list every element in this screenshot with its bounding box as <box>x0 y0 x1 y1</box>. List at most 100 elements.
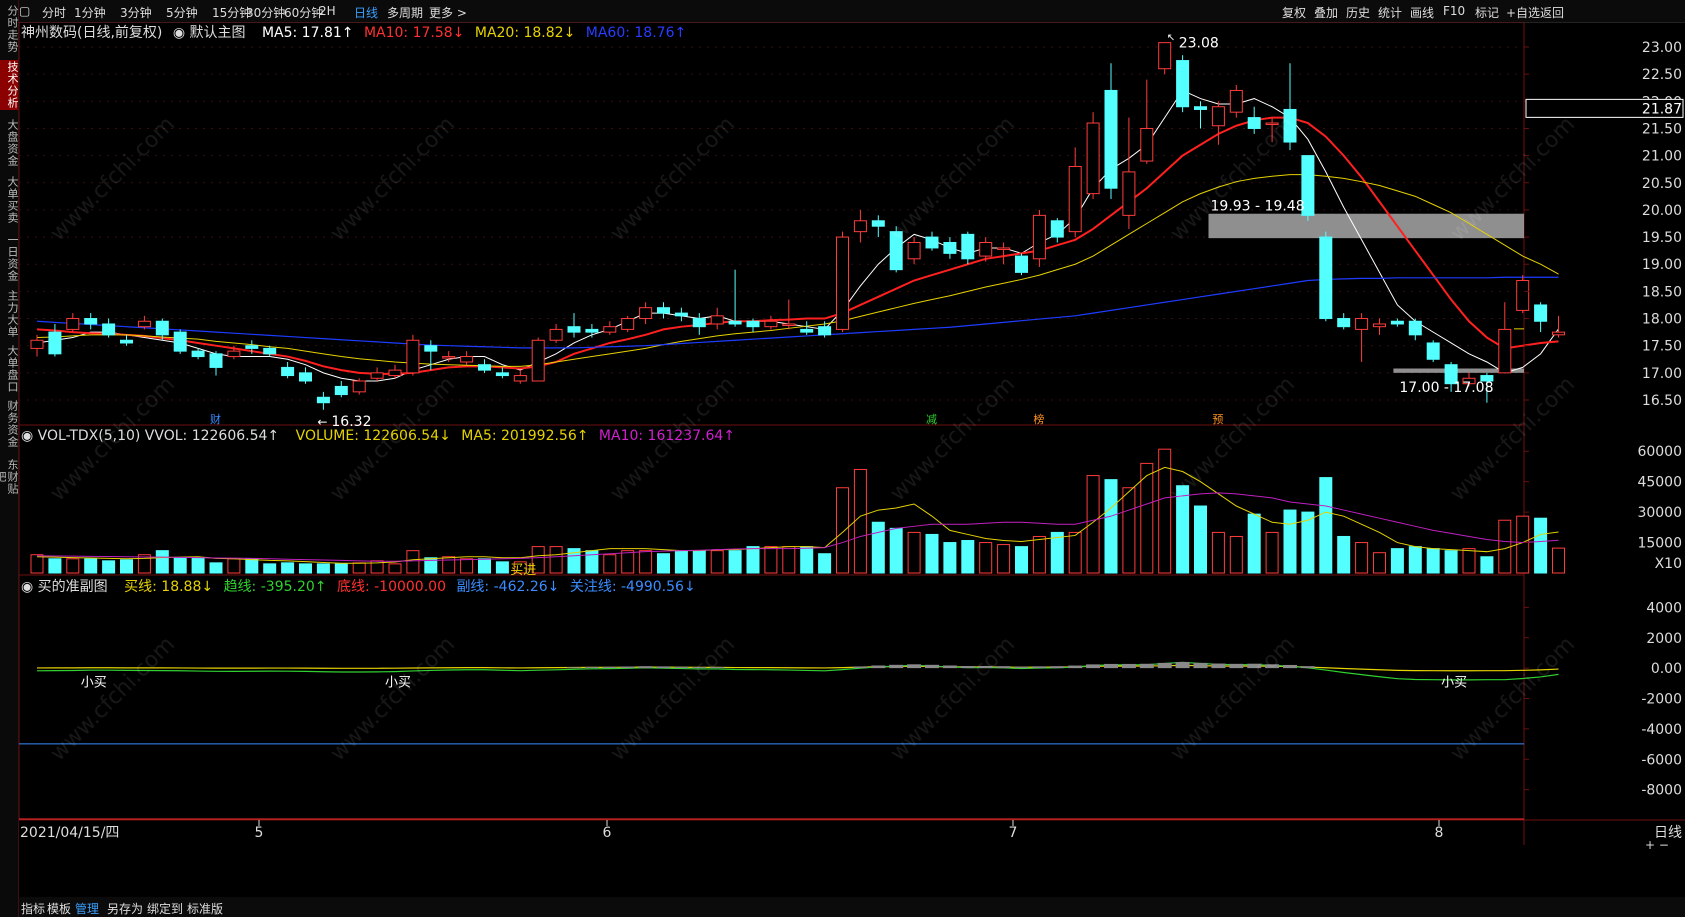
current-price-label: 21.87 <box>1642 101 1682 117</box>
candle-body <box>1122 171 1136 216</box>
sub-axis-label: -4000 <box>1641 722 1682 738</box>
candle-body <box>1408 320 1422 336</box>
price-axis-label: 21.00 <box>1642 149 1682 165</box>
volume-bar <box>191 557 205 574</box>
volume-bar <box>1444 550 1458 574</box>
sub-panel-frame <box>19 574 1525 821</box>
period-tab-0[interactable]: 分时 <box>42 4 66 21</box>
chart-area: 23.08↖16.32←19.93 - 19.4817.00 - 17.08财减… <box>19 22 1685 852</box>
candle-body <box>424 345 438 352</box>
period-tab-6[interactable]: 60分钟 <box>284 4 323 21</box>
period-tab-8[interactable]: 日线 <box>354 4 378 21</box>
event-marker-2: 榜 <box>1033 412 1044 426</box>
bottom-tab-4[interactable]: 绑定到 <box>147 900 183 917</box>
toolbar-button-7[interactable]: +自选 <box>1506 4 1540 21</box>
sub-axis-label: 0.00 <box>1651 661 1682 677</box>
volume-bar <box>1015 546 1028 574</box>
candle-body <box>800 328 814 333</box>
bottom-tab-2[interactable]: 管理 <box>75 900 99 917</box>
bottom-tab-5[interactable]: 标准版 <box>187 900 223 917</box>
toolbar-button-4[interactable]: 画线 <box>1410 4 1434 21</box>
toolbar-button-1[interactable]: 叠加 <box>1314 4 1338 21</box>
candle-body <box>1516 280 1530 311</box>
candle-body <box>1211 106 1225 127</box>
volume-bar <box>639 550 653 574</box>
sidebar-tab-5[interactable]: 主力大单 <box>0 290 19 338</box>
volume-bar <box>478 558 491 574</box>
period-tab-7[interactable]: 2H <box>319 4 336 18</box>
sidebar-tab-4[interactable]: 一日资金 <box>0 233 19 283</box>
candle-body <box>227 350 241 358</box>
bottom-tab-3[interactable]: 另存为 <box>107 900 143 917</box>
candle-body <box>1247 117 1261 129</box>
volume-bar <box>173 557 187 574</box>
candle-body <box>657 307 670 314</box>
sub-hist-bar <box>1283 664 1297 669</box>
volume-bar <box>209 562 223 574</box>
candle-body <box>388 369 402 377</box>
toolbar-button-5[interactable]: F10 <box>1443 4 1465 18</box>
sub-hist-bar <box>1104 663 1118 669</box>
vol-indicator-name[interactable]: ◉ VOL-TDX(5,10) VVOL: 122606.54↑ <box>21 428 285 444</box>
sub-indicator-name[interactable]: ◉ 买的准副图 <box>21 579 114 595</box>
volume-bar <box>1032 535 1046 574</box>
candle-body <box>30 339 44 349</box>
sub-hist-bar <box>1139 663 1154 669</box>
volume-bar <box>1373 552 1386 574</box>
vol-axis-label: 30000 <box>1637 505 1682 521</box>
volume-bar <box>997 544 1011 574</box>
sidebar-tab-8[interactable]: 东财贴吧 <box>0 455 19 499</box>
watermark-text: www.cfchi.com <box>326 632 460 766</box>
sidebar-tab-6[interactable]: 大单盘口 <box>0 345 19 393</box>
volume-legend: VOLUME: 122606.54↓ <box>295 428 451 444</box>
high-arrow: ↖ <box>1167 33 1175 44</box>
period-tab-3[interactable]: 5分钟 <box>166 4 198 21</box>
sidebar-tab-0[interactable]: 分时走势 <box>0 4 19 54</box>
candle-body <box>871 220 885 227</box>
volume-bar <box>316 563 330 574</box>
sub-hist-bar <box>1086 664 1101 669</box>
candle-body <box>1086 122 1100 195</box>
toolbar-button-2[interactable]: 历史 <box>1346 4 1370 21</box>
bottom-tab-0[interactable]: 指标 <box>21 900 45 917</box>
event-marker-3: 预 <box>1212 413 1223 426</box>
candle-body <box>513 375 527 382</box>
square-icon[interactable]: ▢ <box>19 4 30 18</box>
candle-body <box>48 331 62 355</box>
period-tab-2[interactable]: 3分钟 <box>120 4 152 21</box>
volume-bar <box>442 556 456 574</box>
vol-axis-label: X10 <box>1655 556 1682 572</box>
sidebar-tab-2[interactable]: 大盘资金 <box>0 118 19 168</box>
sidebar-tab-7[interactable]: 财务资金 <box>0 400 19 448</box>
candle-body <box>585 328 599 333</box>
vol-axis-label: 15000 <box>1637 536 1682 552</box>
volume-bar <box>299 563 312 574</box>
bottom-tab-1[interactable]: 模板 <box>47 900 71 917</box>
period-tab-10[interactable]: 更多 > <box>429 4 467 21</box>
toolbar-button-3[interactable]: 统计 <box>1378 4 1402 21</box>
sub-hist-bar <box>1229 663 1244 669</box>
volume-bar <box>460 558 474 574</box>
watermark-text: www.cfchi.com <box>886 632 1020 766</box>
sidebar-tab-1[interactable]: 技术分析 <box>0 60 19 110</box>
sidebar-tab-3[interactable]: 大单买卖 <box>0 175 19 225</box>
period-tab-5[interactable]: 30分钟 <box>246 4 285 21</box>
toolbar-button-0[interactable]: 复权 <box>1282 4 1306 21</box>
toolbar-button-8[interactable]: 返回 <box>1540 4 1564 21</box>
volume-bar <box>1211 531 1225 574</box>
event-marker-0: 财 <box>210 412 221 426</box>
candle-body <box>334 385 348 396</box>
candle-body <box>245 345 259 349</box>
candle-body <box>460 356 474 363</box>
toolbar-button-6[interactable]: 标记 <box>1475 4 1499 21</box>
volume-bar <box>155 550 169 574</box>
period-tab-1[interactable]: 1分钟 <box>74 4 106 21</box>
period-tab-9[interactable]: 多周期 <box>387 4 423 21</box>
candle-body <box>84 318 98 325</box>
sub-hist-bar <box>889 664 904 669</box>
price-axis-label: 16.50 <box>1642 393 1682 409</box>
template-dropdown[interactable]: ◉ 默认主图 <box>173 25 252 41</box>
candle-body <box>191 350 205 358</box>
candle-body <box>370 372 384 379</box>
volume-bar <box>603 554 617 574</box>
